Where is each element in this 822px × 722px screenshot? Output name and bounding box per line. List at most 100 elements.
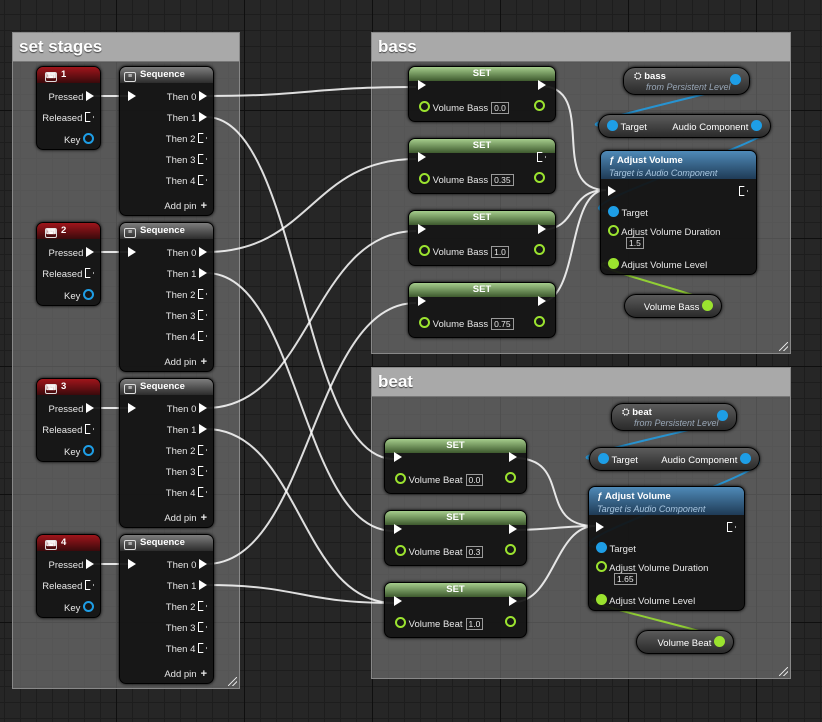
float-in-pin[interactable] bbox=[419, 101, 430, 112]
sequence-node-2[interactable]: ≡ Sequence Then 0 Then 1 Then 2 Then 3 Th… bbox=[119, 222, 214, 372]
float-in-pin[interactable] bbox=[395, 473, 406, 484]
released-exec-pin[interactable] bbox=[85, 268, 94, 278]
then-pin[interactable] bbox=[198, 310, 207, 320]
float-out-pin[interactable] bbox=[534, 172, 545, 183]
float-in-pin[interactable] bbox=[395, 545, 406, 556]
key-pin[interactable] bbox=[83, 133, 94, 144]
then-pin[interactable] bbox=[199, 91, 207, 101]
sequence-node-4[interactable]: ≡ Sequence Then 0 Then 1 Then 2 Then 3 Th… bbox=[119, 534, 214, 684]
exec-in-pin[interactable] bbox=[596, 522, 604, 532]
then-pin[interactable] bbox=[198, 175, 207, 185]
adjust-volume-node[interactable]: ƒ Adjust Volume Target is Audio Component… bbox=[600, 150, 757, 275]
sequence-node-3[interactable]: ≡ Sequence Then 0 Then 1 Then 2 Then 3 Th… bbox=[119, 378, 214, 528]
released-exec-pin[interactable] bbox=[85, 424, 94, 434]
input-event-node-4[interactable]: ⌨ 4 Pressed Released Key bbox=[36, 534, 101, 618]
then-pin[interactable] bbox=[199, 247, 207, 257]
pressed-exec-pin[interactable] bbox=[86, 403, 94, 413]
then-pin[interactable] bbox=[199, 580, 207, 590]
get-audio-component-node[interactable]: Target Audio Component bbox=[598, 114, 771, 138]
then-pin[interactable] bbox=[198, 622, 207, 632]
object-out-pin[interactable] bbox=[730, 74, 741, 85]
exec-in-pin[interactable] bbox=[394, 524, 402, 534]
bass-variable-node[interactable]: ⛭ bass from Persistent Level bbox=[623, 67, 750, 95]
level-pin[interactable] bbox=[596, 594, 607, 605]
key-pin[interactable] bbox=[83, 445, 94, 456]
value-field[interactable]: 0.3 bbox=[465, 546, 484, 558]
duration-value[interactable]: 1.5 bbox=[626, 237, 644, 249]
input-event-node-1[interactable]: ⌨ 1 Pressed Released Key bbox=[36, 66, 101, 150]
float-in-pin[interactable] bbox=[419, 173, 430, 184]
audio-component-pin[interactable] bbox=[740, 453, 751, 464]
then-pin[interactable] bbox=[198, 289, 207, 299]
exec-in-pin[interactable] bbox=[128, 559, 136, 569]
then-pin[interactable] bbox=[198, 154, 207, 164]
float-out-pin[interactable] bbox=[534, 244, 545, 255]
exec-out-pin[interactable] bbox=[509, 524, 517, 534]
value-field[interactable]: 0.75 bbox=[491, 318, 514, 330]
float-in-pin[interactable] bbox=[419, 317, 430, 328]
exec-in-pin[interactable] bbox=[418, 152, 426, 162]
add-pin-button[interactable]: Add pin + bbox=[164, 356, 207, 369]
exec-in-pin[interactable] bbox=[394, 452, 402, 462]
exec-out-pin[interactable] bbox=[739, 186, 748, 196]
resize-grip[interactable] bbox=[228, 677, 237, 686]
add-pin-button[interactable]: Add pin + bbox=[164, 200, 207, 213]
value-field[interactable]: 0.35 bbox=[491, 174, 514, 186]
adjust-volume-node[interactable]: ƒ Adjust Volume Target is Audio Component… bbox=[588, 486, 745, 611]
add-pin-button[interactable]: Add pin + bbox=[164, 512, 207, 525]
exec-out-pin[interactable] bbox=[727, 522, 736, 532]
value-field[interactable]: 1.0 bbox=[465, 618, 484, 630]
target-pin[interactable] bbox=[608, 206, 619, 217]
set-volume-beat-node[interactable]: SET Volume Beat 1.0 bbox=[384, 582, 527, 638]
then-pin[interactable] bbox=[199, 559, 207, 569]
exec-out-pin[interactable] bbox=[538, 296, 546, 306]
exec-out-pin[interactable] bbox=[538, 80, 546, 90]
float-out-pin[interactable] bbox=[702, 300, 713, 311]
duration-value[interactable]: 1.65 bbox=[614, 573, 637, 585]
target-pin[interactable] bbox=[607, 120, 618, 131]
then-pin[interactable] bbox=[199, 112, 207, 122]
released-exec-pin[interactable] bbox=[85, 112, 94, 122]
set-volume-bass-node[interactable]: SET Volume Bass 0.35 bbox=[408, 138, 556, 194]
then-pin[interactable] bbox=[198, 643, 207, 653]
get-audio-component-node[interactable]: Target Audio Component bbox=[589, 447, 760, 471]
set-volume-bass-node[interactable]: SET Volume Bass 0.0 bbox=[408, 66, 556, 122]
pressed-exec-pin[interactable] bbox=[86, 247, 94, 257]
then-pin[interactable] bbox=[198, 601, 207, 611]
then-pin[interactable] bbox=[198, 445, 207, 455]
exec-out-pin[interactable] bbox=[509, 596, 517, 606]
then-pin[interactable] bbox=[199, 424, 207, 434]
then-pin[interactable] bbox=[199, 403, 207, 413]
key-pin[interactable] bbox=[83, 601, 94, 612]
value-field[interactable]: 0.0 bbox=[465, 474, 484, 486]
exec-in-pin[interactable] bbox=[418, 80, 426, 90]
float-in-pin[interactable] bbox=[395, 617, 406, 628]
beat-variable-node[interactable]: ⛭ beat from Persistent Level bbox=[611, 403, 737, 431]
audio-component-pin[interactable] bbox=[751, 120, 762, 131]
exec-in-pin[interactable] bbox=[128, 91, 136, 101]
set-volume-bass-node[interactable]: SET Volume Bass 1.0 bbox=[408, 210, 556, 266]
input-event-node-3[interactable]: ⌨ 3 Pressed Released Key bbox=[36, 378, 101, 462]
exec-out-pin[interactable] bbox=[509, 452, 517, 462]
float-in-pin[interactable] bbox=[419, 245, 430, 256]
then-pin[interactable] bbox=[198, 133, 207, 143]
resize-grip[interactable] bbox=[779, 342, 788, 351]
exec-in-pin[interactable] bbox=[418, 296, 426, 306]
exec-in-pin[interactable] bbox=[608, 186, 616, 196]
pressed-exec-pin[interactable] bbox=[86, 559, 94, 569]
exec-in-pin[interactable] bbox=[394, 596, 402, 606]
value-field[interactable]: 1.0 bbox=[491, 246, 509, 258]
duration-pin[interactable] bbox=[596, 561, 607, 572]
resize-grip[interactable] bbox=[779, 667, 788, 676]
target-pin[interactable] bbox=[596, 542, 607, 553]
set-volume-beat-node[interactable]: SET Volume Beat 0.0 bbox=[384, 438, 527, 494]
float-out-pin[interactable] bbox=[714, 636, 725, 647]
float-out-pin[interactable] bbox=[534, 100, 545, 111]
exec-in-pin[interactable] bbox=[128, 403, 136, 413]
sequence-node-1[interactable]: ≡ Sequence Then 0 Then 1 Then 2 Then 3 Th… bbox=[119, 66, 214, 216]
then-pin[interactable] bbox=[198, 331, 207, 341]
float-out-pin[interactable] bbox=[534, 316, 545, 327]
key-pin[interactable] bbox=[83, 289, 94, 300]
level-pin[interactable] bbox=[608, 258, 619, 269]
float-out-pin[interactable] bbox=[505, 544, 516, 555]
